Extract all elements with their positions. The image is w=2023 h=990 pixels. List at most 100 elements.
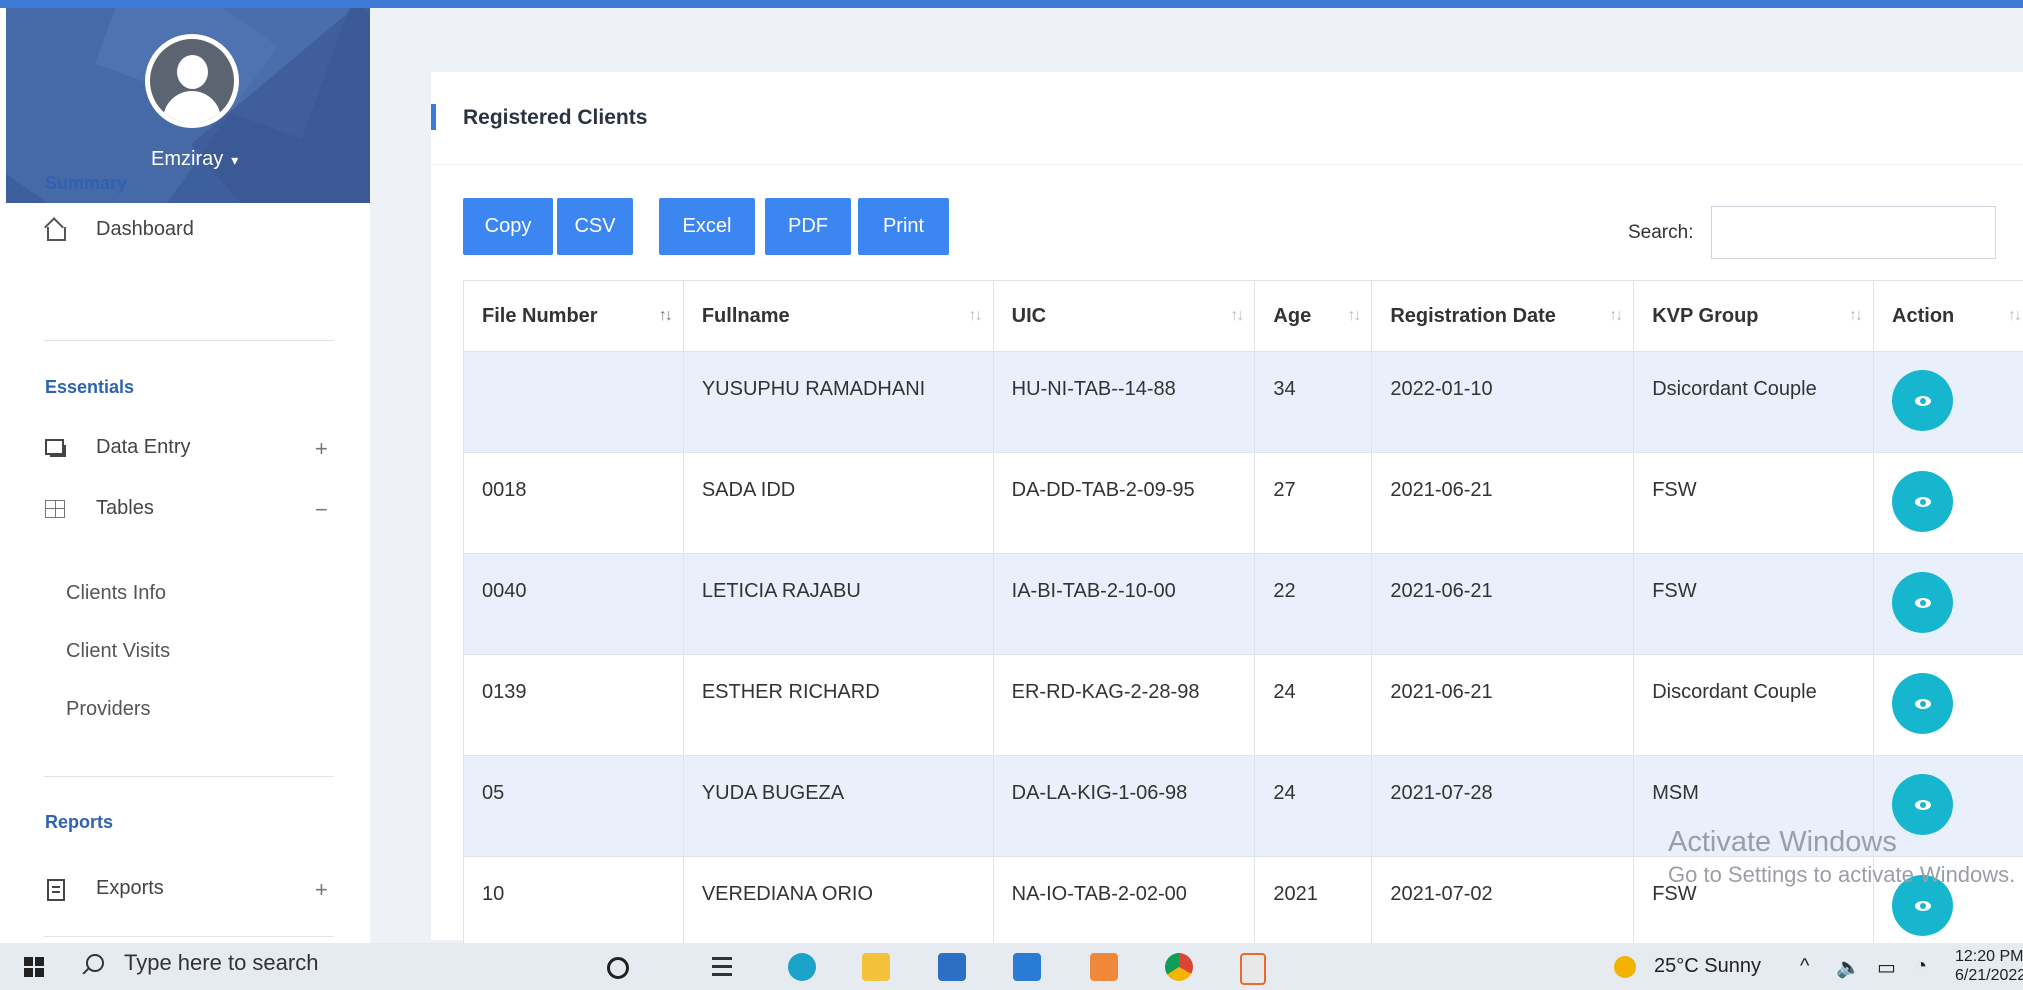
cell-uic: DA-DD-TAB-2-09-95	[992, 452, 1256, 554]
sort-arrows-icon: ↑↓	[1849, 307, 1863, 324]
pdf-button[interactable]: PDF	[765, 198, 851, 255]
page-title: Registered Clients	[463, 106, 648, 129]
clock-time: 12:20 PM	[1955, 948, 2023, 965]
sidebar-item-tables[interactable]: Tables	[44, 497, 154, 520]
chrome-icon[interactable]	[1165, 953, 1193, 981]
activate-windows-watermark: Activate Windows	[1668, 826, 1897, 858]
sort-arrows-icon: ↑↓	[658, 307, 673, 324]
divider	[44, 776, 334, 777]
view-button[interactable]	[1892, 572, 1954, 633]
cell-registration-date: 2021-06-21	[1371, 654, 1635, 756]
cell-age: 34	[1254, 351, 1373, 453]
table-row: 0040 LETICIA RAJABU IA-BI-TAB-2-10-00 22…	[463, 553, 2023, 655]
card-header: Registered Clients	[431, 72, 2023, 165]
view-button[interactable]	[1892, 774, 1954, 835]
view-button[interactable]	[1892, 471, 1954, 532]
cell-fullname: YUDA BUGEZA	[682, 755, 994, 857]
cell-fullname: LETICIA RAJABU	[682, 553, 994, 655]
column-header-action[interactable]: Action ↑↓	[1873, 280, 2023, 352]
eye-icon	[1914, 698, 1931, 709]
divider	[44, 340, 334, 341]
sidebar: Emziray ▾ Summary Dashboard Essentials Da…	[0, 8, 370, 943]
sort-arrows-icon: ↑↓	[968, 307, 983, 324]
sort-arrows-icon: ↑↓	[1609, 307, 1623, 324]
column-header-fullname[interactable]: Fullname ↑↓	[682, 280, 994, 352]
search-label: Search:	[1628, 222, 1694, 243]
store-icon[interactable]	[938, 953, 966, 981]
eye-icon	[1914, 395, 1931, 406]
taskbar-clock[interactable]: 12:20 PM 6/21/2022	[1955, 947, 2023, 985]
cortana-icon[interactable]	[607, 957, 629, 979]
sidebar-item-dashboard[interactable]: Dashboard	[44, 218, 194, 241]
weather-text[interactable]: 25°C Sunny	[1654, 955, 1761, 978]
sort-arrows-icon: ↑↓	[1347, 307, 1361, 324]
excel-button[interactable]: Excel	[659, 198, 755, 255]
windows-start-icon[interactable]	[24, 957, 44, 977]
volume-icon[interactable]: 🔈	[1836, 955, 1861, 980]
view-button[interactable]	[1892, 673, 1954, 734]
cell-file-number: 0040	[463, 553, 684, 655]
avatar[interactable]	[145, 34, 239, 128]
cell-age: 27	[1254, 452, 1373, 554]
cell-age: 24	[1254, 755, 1373, 857]
chevron-up-icon[interactable]: ^	[1800, 955, 1809, 978]
vscode-icon[interactable]	[1013, 953, 1041, 981]
sidebar-item-label: Dashboard	[96, 218, 194, 240]
cell-uic: ER-RD-KAG-2-28-98	[992, 654, 1256, 756]
taskbar-search[interactable]: Type here to search	[86, 950, 318, 976]
title-accent-bar	[431, 104, 436, 130]
cell-fullname: ESTHER RICHARD	[682, 654, 994, 756]
export-icon	[44, 878, 66, 901]
top-accent-line	[0, 0, 2023, 8]
user-menu[interactable]: Emziray ▾	[151, 148, 238, 171]
cell-registration-date: 2021-07-28	[1371, 755, 1635, 857]
column-header-file-number[interactable]: File Number ↑↓	[463, 280, 684, 352]
cell-uic: HU-NI-TAB--14-88	[992, 351, 1256, 453]
sidebar-item-data-entry[interactable]: Data Entry	[44, 436, 190, 459]
clients-card: Registered Clients Copy CSV Excel PDF Pr…	[431, 72, 2023, 958]
cell-kvp-group: FSW	[1633, 452, 1875, 554]
view-button[interactable]	[1892, 370, 1954, 431]
eye-icon	[1914, 799, 1931, 810]
cell-age: 22	[1254, 553, 1373, 655]
table-row: YUSUPHU RAMADHANI HU-NI-TAB--14-88 34 20…	[463, 351, 2023, 453]
file-explorer-icon[interactable]	[862, 953, 890, 981]
taskbar: Type here to search 25°C Sunny ^ 🔈 ▭ ◔ 1…	[0, 943, 2023, 990]
sidebar-item-label: Data Entry	[96, 436, 191, 458]
column-header-uic[interactable]: UIC ↑↓	[992, 280, 1256, 352]
expand-icon[interactable]: +	[315, 436, 328, 462]
cell-file-number: 0139	[463, 654, 684, 756]
search-icon	[86, 954, 104, 972]
caret-down-icon: ▾	[231, 152, 239, 168]
column-header-kvp-group[interactable]: KVP Group ↑↓	[1633, 280, 1875, 352]
task-view-icon[interactable]	[712, 953, 740, 981]
search-input[interactable]	[1711, 206, 1996, 259]
data-entry-icon	[44, 437, 66, 459]
edge-icon[interactable]	[788, 953, 816, 981]
eye-icon	[1914, 900, 1931, 911]
sidebar-subitem-providers[interactable]: Providers	[66, 698, 150, 721]
cell-action	[1873, 553, 2023, 655]
activate-windows-hint: Go to Settings to activate Windows.	[1668, 862, 2016, 887]
section-summary: Summary	[45, 173, 128, 193]
sidebar-subitem-clients-info[interactable]: Clients Info	[66, 582, 166, 605]
taskbar-search-placeholder: Type here to search	[124, 950, 319, 975]
column-header-age[interactable]: Age ↑↓	[1254, 280, 1373, 352]
wifi-icon[interactable]: ◔	[1915, 955, 1927, 978]
expand-icon[interactable]: +	[315, 877, 328, 903]
weather-sun-icon	[1614, 956, 1636, 978]
cell-action	[1873, 654, 2023, 756]
xampp-icon[interactable]	[1090, 953, 1118, 981]
copy-button[interactable]: Copy	[463, 198, 553, 255]
csv-button[interactable]: CSV	[557, 198, 633, 255]
document-icon[interactable]	[1240, 953, 1266, 985]
cell-file-number	[463, 351, 684, 453]
cell-uic: DA-LA-KIG-1-06-98	[992, 755, 1256, 857]
battery-icon[interactable]: ▭	[1877, 955, 1896, 980]
column-header-registration-date[interactable]: Registration Date ↑↓	[1371, 280, 1635, 352]
collapse-icon[interactable]: −	[315, 497, 328, 523]
section-essentials: Essentials	[45, 377, 135, 397]
print-button[interactable]: Print	[858, 198, 949, 255]
sidebar-subitem-client-visits[interactable]: Client Visits	[66, 640, 170, 663]
sidebar-item-exports[interactable]: Exports	[44, 877, 164, 901]
